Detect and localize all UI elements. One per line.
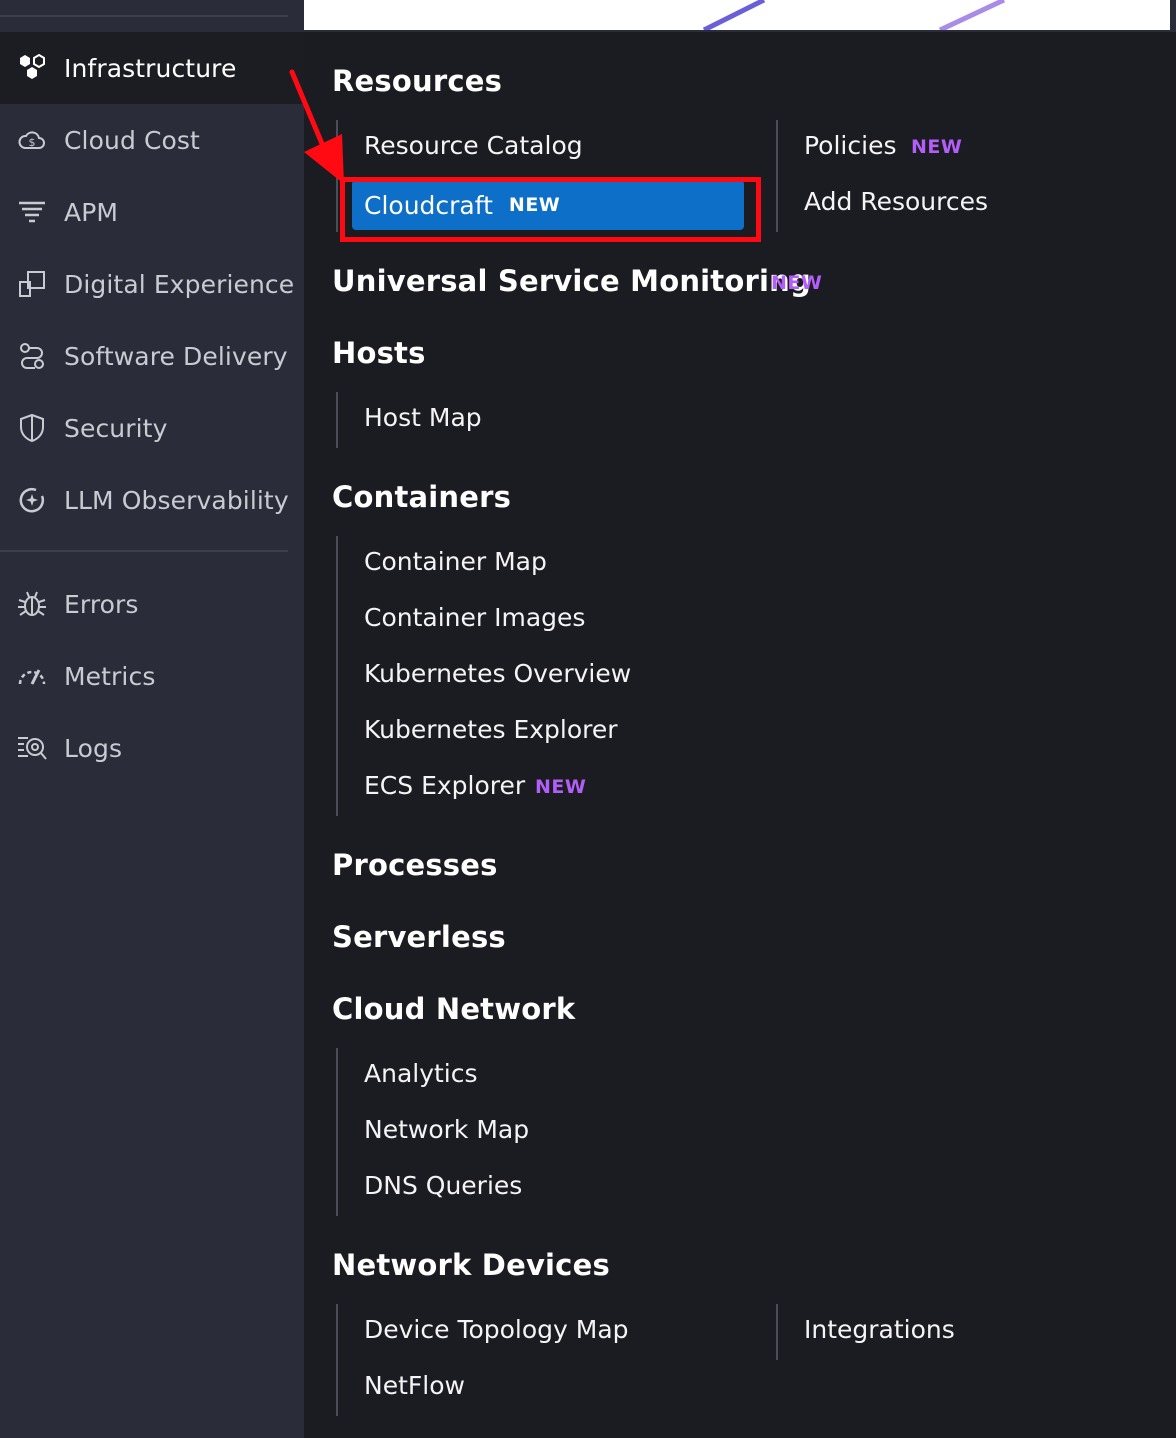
- column-divider: [776, 1304, 778, 1360]
- section-title-containers: Containers: [332, 480, 512, 514]
- menu-link-resource-catalog[interactable]: Resource Catalog: [364, 131, 583, 160]
- sidebar-item-metrics[interactable]: Metrics: [0, 640, 304, 712]
- new-badge: NEW: [535, 776, 587, 798]
- llm-observability-icon: [16, 484, 48, 516]
- sidebar-item-label: Infrastructure: [64, 53, 237, 83]
- column-divider: [336, 1048, 338, 1216]
- software-delivery-icon: [16, 340, 48, 372]
- sidebar-item-label: Logs: [64, 733, 123, 763]
- sidebar-item-label: Software Delivery: [64, 341, 288, 371]
- sidebar-item-cloud-cost[interactable]: $ Cloud Cost: [0, 104, 304, 176]
- section-link-serverless[interactable]: Serverless: [332, 920, 506, 954]
- apm-lines-icon: [16, 196, 48, 228]
- menu-link-add-resources[interactable]: Add Resources: [804, 187, 988, 216]
- new-badge: NEW: [508, 194, 561, 216]
- column-divider: [336, 536, 338, 816]
- column-divider: [336, 120, 338, 232]
- sidebar-item-digital-experience[interactable]: Digital Experience: [0, 248, 304, 320]
- menu-link-ecs-explorer[interactable]: ECS Explorer: [364, 771, 525, 800]
- sidebar-item-logs[interactable]: Logs: [0, 712, 304, 784]
- section-link-processes[interactable]: Processes: [332, 848, 498, 882]
- digital-experience-icon: [16, 268, 48, 300]
- section-title-resources: Resources: [332, 64, 503, 98]
- sidebar-item-label: Metrics: [64, 661, 156, 691]
- sidebar-item-label: Cloud Cost: [64, 125, 200, 155]
- column-divider: [336, 1304, 338, 1416]
- right-edge: [1170, 0, 1176, 34]
- sidebar-item-security[interactable]: Security: [0, 392, 304, 464]
- sidebar-item-apm[interactable]: APM: [0, 176, 304, 248]
- menu-link-netflow[interactable]: NetFlow: [364, 1371, 465, 1400]
- sidebar-item-software-delivery[interactable]: Software Delivery: [0, 320, 304, 392]
- menu-link-container-map[interactable]: Container Map: [364, 547, 547, 576]
- section-title-cloud-network: Cloud Network: [332, 992, 576, 1026]
- sidebar-item-label: LLM Observability: [64, 485, 289, 515]
- menu-link-host-map[interactable]: Host Map: [364, 403, 482, 432]
- menu-link-device-topology-map[interactable]: Device Topology Map: [364, 1315, 629, 1344]
- new-badge: NEW: [911, 136, 963, 158]
- menu-link-kubernetes-explorer[interactable]: Kubernetes Explorer: [364, 715, 618, 744]
- section-link-universal-service-monitoring[interactable]: Universal Service Monitoring: [332, 264, 811, 298]
- sidebar-item-errors[interactable]: Errors: [0, 568, 304, 640]
- sidebar-item-label: APM: [64, 197, 119, 227]
- gauge-icon: [16, 660, 48, 692]
- hexagon-cluster-icon: [16, 52, 48, 84]
- new-badge: NEW: [771, 272, 823, 294]
- background-chart-lines: [702, 0, 1006, 30]
- menu-link-network-map[interactable]: Network Map: [364, 1115, 529, 1144]
- sidebar-item-label: Digital Experience: [64, 269, 295, 299]
- menu-link-dns-queries[interactable]: DNS Queries: [364, 1171, 522, 1200]
- menu-link-label: Cloudcraft: [364, 190, 493, 220]
- background-page-strip: [304, 0, 1176, 30]
- menu-link-cloudcraft[interactable]: Cloudcraft NEW: [352, 180, 744, 230]
- section-title-hosts: Hosts: [332, 336, 426, 370]
- menu-link-integrations[interactable]: Integrations: [804, 1315, 955, 1344]
- menu-link-policies[interactable]: Policies: [804, 131, 896, 160]
- cloud-dollar-icon: $: [16, 124, 48, 156]
- sidebar-item-llm-observability[interactable]: LLM Observability: [0, 464, 304, 536]
- section-title-network-devices: Network Devices: [332, 1248, 610, 1282]
- sidebar-divider: [0, 15, 288, 17]
- column-divider: [776, 120, 778, 232]
- sidebar-item-partial: [16, 1424, 216, 1438]
- sidebar: Infrastructure $ Cloud Cost APM Digital …: [0, 0, 304, 1438]
- bug-icon: [16, 588, 48, 620]
- sidebar-divider: [0, 550, 288, 552]
- sidebar-item-label: Errors: [64, 589, 139, 619]
- logs-search-icon: [16, 732, 48, 764]
- column-divider: [336, 392, 338, 448]
- sidebar-item-infrastructure[interactable]: Infrastructure: [0, 32, 304, 104]
- menu-link-analytics[interactable]: Analytics: [364, 1059, 478, 1088]
- sidebar-item-label: Security: [64, 413, 168, 443]
- svg-text:$: $: [29, 136, 36, 149]
- menu-link-kubernetes-overview[interactable]: Kubernetes Overview: [364, 659, 631, 688]
- shield-icon: [16, 412, 48, 444]
- menu-link-container-images[interactable]: Container Images: [364, 603, 585, 632]
